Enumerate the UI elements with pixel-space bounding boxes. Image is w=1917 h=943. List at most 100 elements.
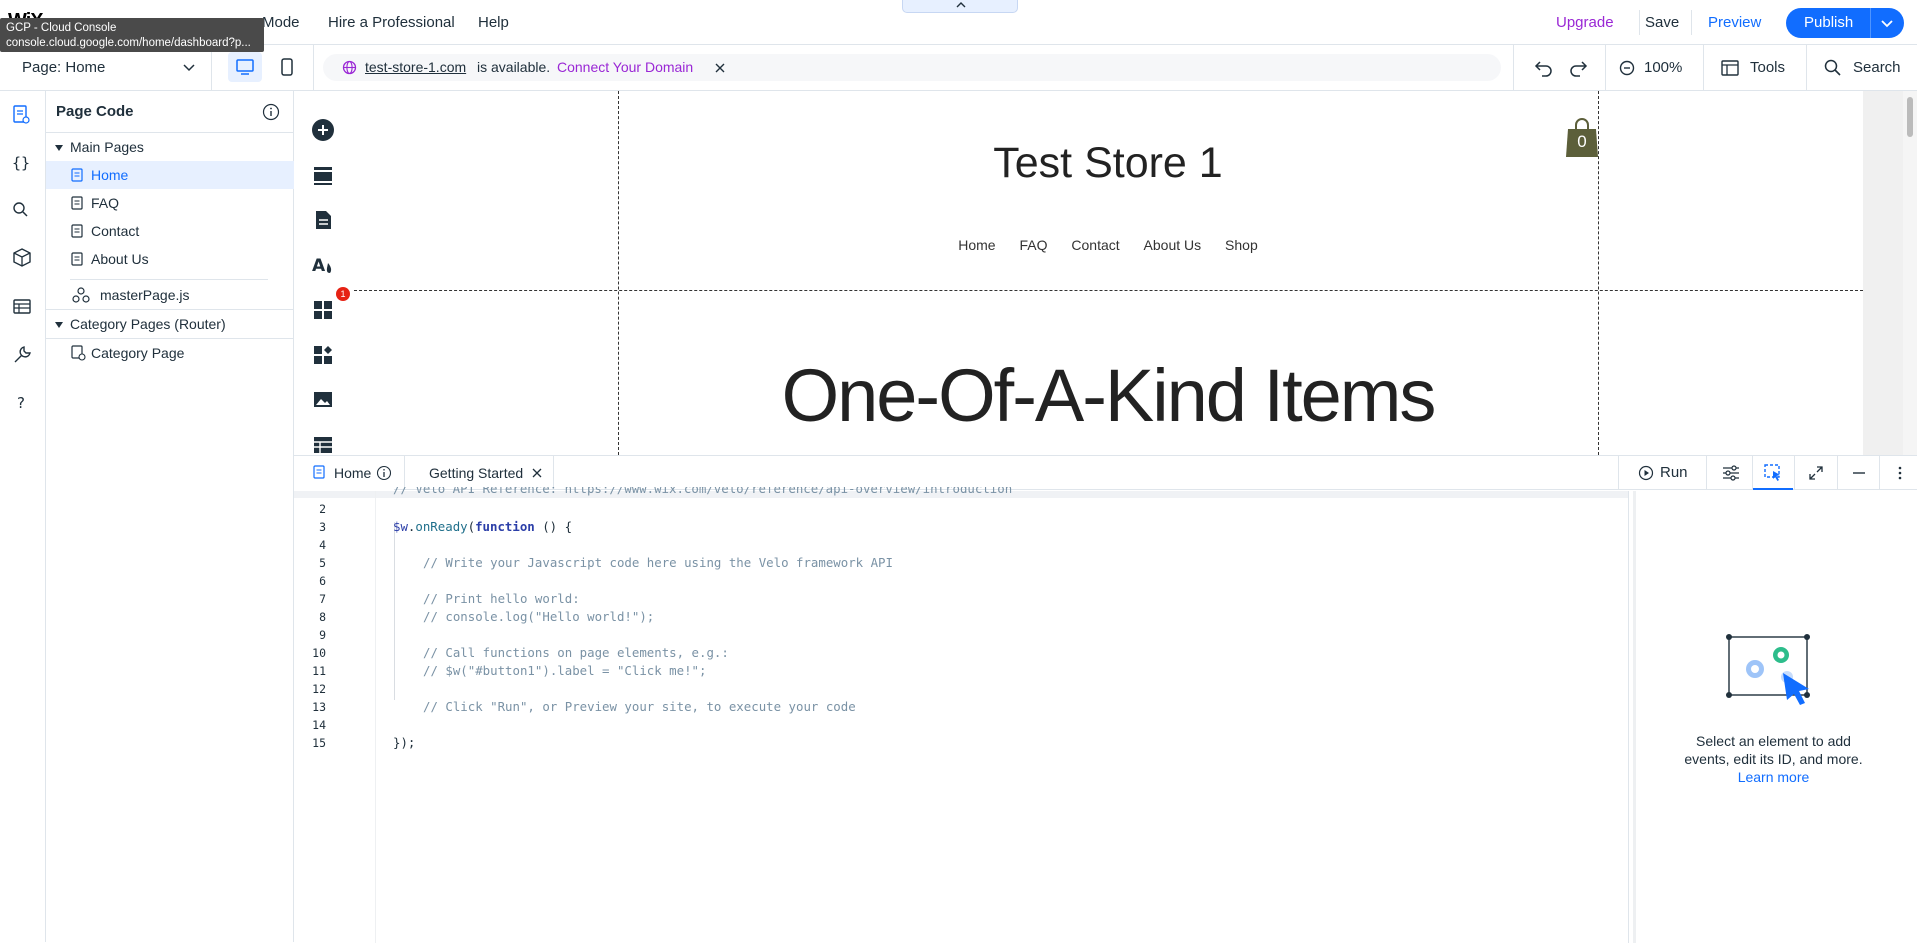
main-pages-group[interactable]: Main Pages [46, 133, 294, 161]
media-icon[interactable] [312, 389, 334, 411]
collapse-topbar-button[interactable] [902, 0, 1018, 13]
menu-help[interactable]: Help [478, 14, 509, 31]
theme-icon[interactable]: A [312, 254, 334, 276]
line-number: 3 [319, 520, 326, 534]
play-icon [1638, 465, 1654, 481]
database-icon[interactable] [11, 296, 33, 318]
site-nav-home[interactable]: Home [958, 237, 995, 253]
upgrade-link[interactable]: Upgrade [1556, 14, 1614, 31]
main-pages-label: Main Pages [70, 139, 144, 155]
redo-icon[interactable] [1568, 58, 1588, 78]
menu-hire-professional[interactable]: Hire a Professional [328, 14, 455, 31]
page-item-category[interactable]: Category Page [46, 339, 294, 367]
zoom-out-icon[interactable] [1619, 60, 1635, 76]
help-icon[interactable]: ? [11, 392, 33, 414]
mobile-view-button[interactable] [272, 52, 302, 82]
desktop-view-button[interactable] [228, 52, 262, 82]
domain-name-link[interactable]: test-store-1.com [365, 59, 466, 75]
zoom-level[interactable]: 100% [1644, 59, 1682, 76]
code-area[interactable]: // Velo API Reference: https://www.wix.c… [294, 487, 1628, 943]
tab-getting-started[interactable]: Getting Started [405, 456, 553, 490]
code-line-11: // $w("#button1").label = "Click me!"; [423, 663, 707, 678]
site-nav-shop[interactable]: Shop [1225, 237, 1258, 253]
globe-icon [342, 60, 357, 75]
page-item-faq[interactable]: FAQ [46, 189, 294, 217]
info-icon[interactable] [262, 103, 280, 121]
page-item-about-us[interactable]: About Us [46, 245, 294, 273]
line-number: 10 [312, 646, 326, 660]
site-canvas[interactable]: Test Store 1 0 Home FAQ Contact About Us… [354, 91, 1863, 455]
site-nav-about-us[interactable]: About Us [1144, 237, 1202, 253]
tab-label: Getting Started [429, 465, 524, 481]
line-number: 6 [319, 574, 326, 588]
line-number: 12 [312, 682, 326, 696]
search-button[interactable]: Search [1853, 59, 1901, 76]
line-number: 4 [319, 538, 326, 552]
learn-more-link[interactable]: Learn more [1629, 769, 1917, 785]
add-elements-button[interactable] [312, 119, 334, 141]
hero-heading[interactable]: One-Of-A-Kind Items [618, 353, 1598, 438]
page-code-icon[interactable] [9, 103, 33, 127]
mobile-icon [281, 58, 293, 76]
site-nav-faq[interactable]: FAQ [1020, 237, 1048, 253]
site-title[interactable]: Test Store 1 [618, 139, 1598, 188]
page-item-contact[interactable]: Contact [46, 217, 294, 245]
connect-domain-link[interactable]: Connect Your Domain [557, 59, 693, 75]
triangle-down-icon [55, 322, 63, 328]
settings-sliders-icon[interactable] [1722, 465, 1740, 481]
apps-icon[interactable] [312, 299, 334, 321]
info-icon[interactable] [376, 465, 392, 481]
tools-button[interactable]: Tools [1750, 59, 1785, 76]
code-editor-panel: Home Getting Started Run // Velo API Ref… [294, 455, 1917, 943]
page-item-home[interactable]: Home [46, 161, 294, 189]
domain-available-text: is available. [477, 59, 551, 75]
more-options-icon[interactable] [1892, 465, 1908, 481]
tooltip-title: GCP - Cloud Console [6, 22, 117, 34]
site-nav-contact[interactable]: Contact [1071, 237, 1119, 253]
publish-button[interactable]: Publish [1786, 8, 1904, 38]
run-button[interactable]: Run [1638, 463, 1698, 485]
close-icon[interactable] [532, 468, 542, 478]
code-token: onReady [415, 519, 468, 534]
line-number: 13 [312, 700, 326, 714]
canvas-scrollbar[interactable] [1903, 91, 1917, 455]
pages-icon[interactable] [312, 209, 334, 231]
properties-toggle-button[interactable] [1753, 456, 1793, 490]
line-number: 14 [312, 718, 326, 732]
router-pages-group[interactable]: Category Pages (Router) [46, 310, 294, 338]
line-number: 2 [319, 502, 326, 516]
tab-home[interactable]: Home [294, 456, 394, 490]
code-braces-icon[interactable]: {} [9, 151, 33, 175]
properties-panel: Select an element to add events, edit it… [1628, 491, 1917, 943]
cart-count: 0 [1577, 132, 1587, 151]
expand-icon[interactable] [1808, 465, 1824, 481]
cart-icon[interactable]: 0 [1565, 117, 1599, 159]
undo-icon[interactable] [1534, 58, 1554, 78]
menu-dev-mode[interactable]: Mode [262, 14, 300, 31]
editor-tabs: Home Getting Started Run [294, 456, 1917, 490]
preview-button[interactable]: Preview [1708, 14, 1761, 31]
close-icon[interactable] [715, 63, 725, 73]
search-icon[interactable] [1824, 59, 1841, 76]
master-page-icon [72, 287, 90, 303]
developer-tools-icon[interactable] [11, 344, 33, 366]
add-tools-strip: A 1 [294, 91, 354, 455]
router-pages-label: Category Pages (Router) [70, 316, 226, 332]
master-page-label: masterPage.js [100, 287, 190, 303]
cms-icon[interactable] [312, 434, 334, 456]
run-label: Run [1660, 464, 1688, 481]
business-apps-icon[interactable] [312, 344, 334, 366]
master-page-item[interactable]: masterPage.js [46, 281, 294, 309]
minimize-icon[interactable] [1851, 465, 1867, 481]
sections-icon[interactable] [312, 164, 334, 186]
page-item-label: Contact [91, 223, 140, 239]
packages-icon[interactable] [11, 247, 33, 269]
save-button[interactable]: Save [1645, 14, 1679, 31]
line-number: 7 [319, 592, 326, 606]
code-line-7: // Print hello world: [423, 591, 580, 606]
page-icon [71, 252, 83, 266]
page-item-label: About Us [91, 251, 149, 267]
tools-icon[interactable] [1721, 60, 1739, 76]
chevron-down-icon[interactable] [1880, 19, 1894, 29]
search-icon[interactable] [11, 200, 31, 220]
